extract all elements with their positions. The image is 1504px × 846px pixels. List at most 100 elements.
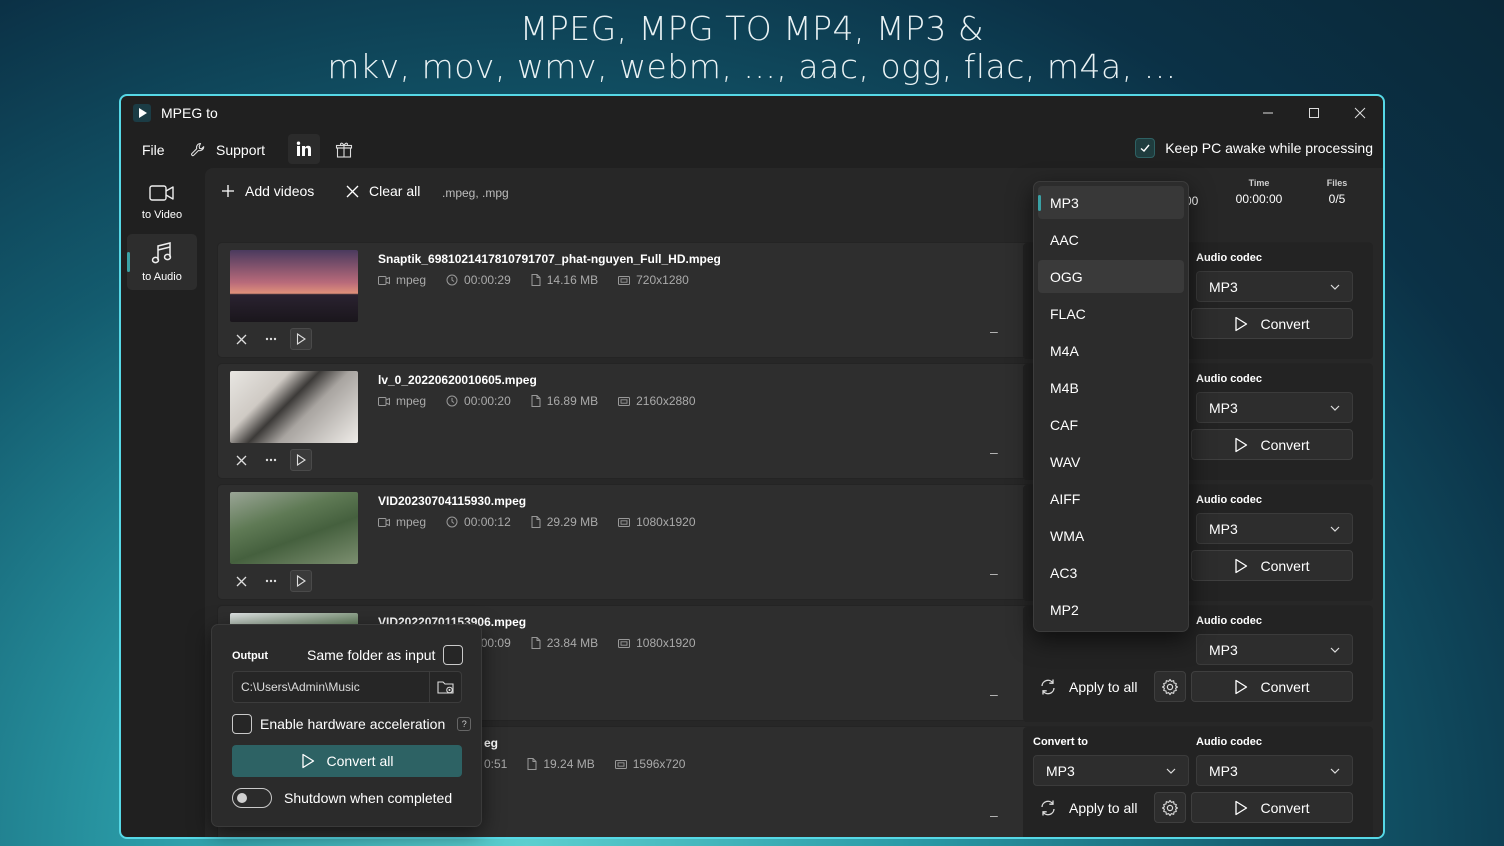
remove-file-button[interactable] [230, 570, 252, 592]
dropdown-option-wav[interactable]: WAV [1038, 445, 1184, 478]
wrench-icon [191, 142, 205, 157]
close-icon [236, 576, 246, 586]
convert-label: Convert [1260, 315, 1310, 332]
dropdown-option-ac3[interactable]: AC3 [1038, 556, 1184, 589]
close-icon [346, 185, 359, 197]
chevron-down-icon [1330, 526, 1340, 532]
keep-awake-checkbox[interactable] [1135, 138, 1156, 158]
headline-line-2: mkv, mov, wmv, webm, ..., aac, ogg, flac… [327, 47, 1177, 86]
file-row: VID20230704115930.mpeg mpeg 00:00:12 29.… [217, 484, 1373, 601]
apply-to-all-label: Apply to all [1069, 678, 1138, 695]
apply-to-all-button[interactable]: Apply to all [1039, 792, 1137, 823]
convert-to-label: Convert to [1033, 736, 1088, 748]
shutdown-option[interactable]: Shutdown when completed [232, 788, 452, 808]
same-folder-option[interactable]: Same folder as input [307, 645, 464, 665]
video-file-icon [378, 517, 390, 527]
preview-play-button[interactable] [290, 570, 312, 592]
clock-icon [446, 395, 458, 407]
same-folder-checkbox[interactable] [443, 645, 464, 665]
help-icon[interactable]: ? [457, 717, 472, 731]
menu-support[interactable]: Support [190, 138, 265, 162]
stat-time: Time 00:00:00 [1235, 178, 1283, 206]
video-file-icon [378, 275, 390, 285]
convert-all-button[interactable]: Convert all [232, 745, 462, 777]
dropdown-option-flac[interactable]: FLAC [1038, 297, 1184, 330]
file-size-icon [531, 516, 541, 528]
audio-codec-select[interactable]: MP3 [1196, 513, 1353, 544]
dropdown-option-aiff[interactable]: AIFF [1038, 482, 1184, 515]
convert-to-select[interactable]: MP3 [1033, 755, 1189, 786]
maximize-button[interactable] [1291, 100, 1337, 126]
browse-folder-button[interactable] [429, 672, 461, 702]
more-options-button[interactable] [260, 449, 282, 471]
audio-codec-select[interactable]: MP3 [1196, 271, 1353, 302]
dropdown-option-caf[interactable]: CAF [1038, 408, 1184, 441]
dropdown-option-mp3[interactable]: MP3 [1038, 186, 1184, 219]
convert-button[interactable]: Convert [1191, 308, 1353, 339]
file-size: 23.84 MB [546, 636, 599, 650]
dropdown-option-aac[interactable]: AAC [1038, 223, 1184, 256]
file-size: 29.29 MB [546, 515, 599, 529]
nav-to-video[interactable]: to Video [127, 174, 197, 230]
output-path-value: C:\Users\Admin\Music [241, 680, 360, 694]
remove-file-button[interactable] [230, 449, 252, 471]
audio-codec-label: Audio codec [1196, 373, 1263, 385]
audio-codec-select[interactable]: MP3 [1196, 392, 1353, 423]
file-resolution: 1080x1920 [636, 636, 696, 650]
convert-button[interactable]: Convert [1191, 792, 1353, 823]
minimize-button[interactable] [1245, 100, 1291, 126]
audio-codec-select[interactable]: MP3 [1196, 634, 1353, 665]
convert-button[interactable]: Convert [1191, 671, 1353, 702]
play-icon [296, 575, 306, 587]
convert-button[interactable]: Convert [1191, 550, 1353, 581]
dropdown-option-m4a[interactable]: M4A [1038, 334, 1184, 367]
resolution-icon [618, 396, 631, 406]
linkedin-button[interactable] [288, 134, 320, 164]
convert-button[interactable]: Convert [1191, 429, 1353, 460]
menu-bar: File Support Keep PC awake while process… [121, 130, 1383, 168]
close-icon [236, 334, 246, 344]
settings-button[interactable] [1154, 671, 1186, 702]
video-thumbnail [230, 492, 358, 564]
stat-time-value: 00:00:00 [1235, 192, 1283, 206]
nav-to-audio[interactable]: to Audio [127, 234, 197, 290]
clear-all-button[interactable]: Clear all [346, 183, 420, 199]
more-options-button[interactable] [260, 570, 282, 592]
hw-accel-checkbox[interactable] [232, 714, 252, 734]
dropdown-option-ogg[interactable]: OGG [1038, 260, 1184, 293]
output-panel: Output Same folder as input C:\Users\Adm… [211, 624, 482, 827]
sync-icon [1041, 679, 1055, 694]
hw-accel-option[interactable]: Enable hardware acceleration ? [232, 714, 472, 734]
add-videos-button[interactable]: Add videos [221, 183, 314, 199]
audio-codec-value: MP3 [1209, 762, 1238, 779]
apply-to-all-button[interactable]: Apply to all [1039, 671, 1137, 702]
side-navigation: to Video to Audio [127, 174, 197, 290]
stat-files: Files 0/5 [1323, 178, 1351, 206]
stat-files-label: Files [1326, 178, 1348, 188]
dropdown-option-m4b[interactable]: M4B [1038, 371, 1184, 404]
shutdown-toggle[interactable] [232, 788, 272, 808]
file-resolution: 720x1280 [636, 273, 689, 287]
remove-file-button[interactable] [230, 328, 252, 350]
close-window-button[interactable] [1337, 100, 1383, 126]
file-size-icon [531, 395, 541, 407]
more-icon [265, 337, 277, 341]
convert-label: Convert [1260, 436, 1310, 453]
preview-play-button[interactable] [290, 449, 312, 471]
file-name: Snaptik_6981021417810791707_phat-nguyen_… [378, 252, 721, 266]
close-icon [1354, 107, 1366, 119]
keep-awake-option[interactable]: Keep PC awake while processing [1135, 138, 1373, 158]
settings-button[interactable] [1154, 792, 1186, 823]
convert-all-label: Convert all [326, 753, 394, 769]
dropdown-option-wma[interactable]: WMA [1038, 519, 1184, 552]
chevron-down-icon [1330, 284, 1340, 290]
more-options-button[interactable] [260, 328, 282, 350]
gift-button[interactable] [335, 138, 353, 162]
menu-file[interactable]: File [142, 138, 165, 162]
row-actions [230, 328, 312, 350]
file-format: mpeg [396, 273, 427, 287]
output-path-field[interactable]: C:\Users\Admin\Music [232, 671, 462, 703]
audio-codec-select[interactable]: MP3 [1196, 755, 1353, 786]
dropdown-option-mp2[interactable]: MP2 [1038, 593, 1184, 626]
preview-play-button[interactable] [290, 328, 312, 350]
